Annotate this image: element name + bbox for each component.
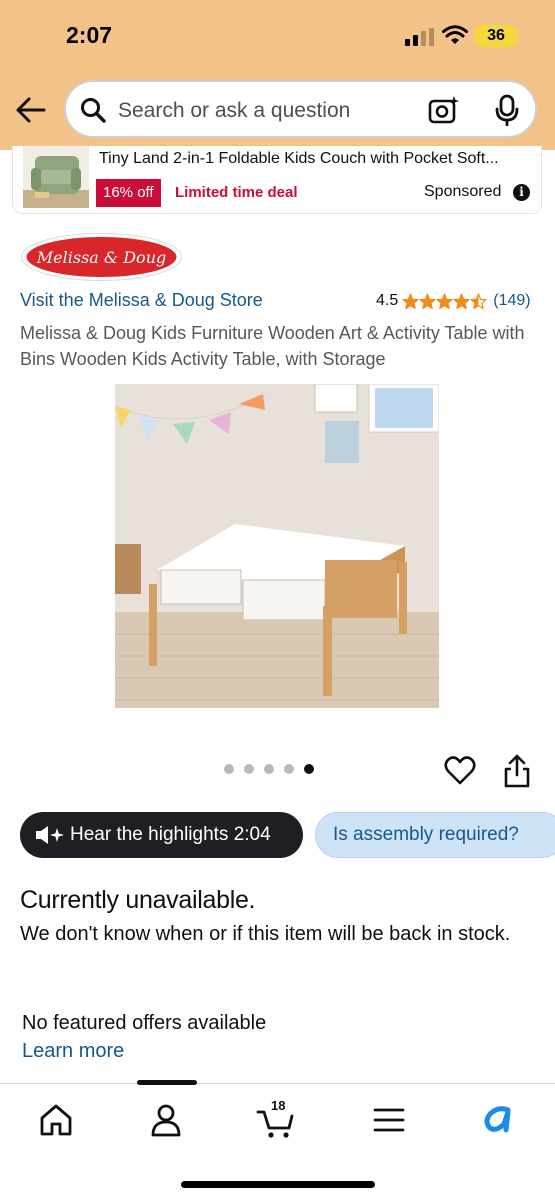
hear-highlights-label: Hear the highlights 2:04: [70, 824, 271, 845]
microphone-icon[interactable]: [494, 94, 520, 126]
rating-stars: [402, 292, 487, 310]
product-rating[interactable]: 4.5 (149): [376, 292, 531, 310]
brand-logo[interactable]: Melissa & Doug: [20, 232, 183, 282]
product-image[interactable]: [115, 384, 439, 708]
carousel-dot[interactable]: [224, 764, 234, 774]
home-indicator-bar: [181, 1181, 375, 1188]
carousel-dots[interactable]: [224, 764, 314, 774]
no-offers-text: No featured offers available: [22, 1012, 267, 1034]
app-header: 2:07 36 Search or ask a question: [0, 0, 555, 150]
home-icon[interactable]: [36, 1100, 76, 1140]
bottom-nav: 18: [0, 1080, 555, 1200]
speaker-sparkle-icon: [36, 826, 64, 844]
svg-text:Melissa & Doug: Melissa & Doug: [36, 248, 166, 267]
star-full-icon: [436, 292, 453, 309]
assembly-question-chip[interactable]: Is assembly required?: [315, 812, 555, 858]
discount-badge: 16% off: [96, 179, 161, 207]
cart-count-badge: 18: [271, 1098, 286, 1113]
carousel-dot[interactable]: [264, 764, 274, 774]
carousel-dot[interactable]: [284, 764, 294, 774]
visit-store-link[interactable]: Visit the Melissa & Doug Store: [20, 290, 263, 311]
search-input[interactable]: Search or ask a question: [64, 80, 537, 138]
menu-icon[interactable]: [369, 1100, 409, 1140]
rufus-icon[interactable]: [478, 1100, 518, 1140]
review-count[interactable]: (149): [493, 292, 530, 310]
availability-status: Currently unavailable.: [20, 886, 256, 914]
star-full-icon: [419, 292, 436, 309]
learn-more-link[interactable]: Learn more: [22, 1040, 124, 1063]
status-time: 2:07: [66, 22, 113, 48]
info-icon[interactable]: i: [513, 184, 530, 201]
search-icon: [81, 98, 106, 123]
account-icon[interactable]: [146, 1100, 186, 1140]
star-half-icon: [470, 292, 487, 309]
availability-description: We don't know when or if this item will …: [20, 923, 511, 945]
cellular-signal-icon: [405, 28, 435, 46]
rating-value: 4.5: [376, 292, 399, 309]
sponsored-ad-card[interactable]: Tiny Land 2-in-1 Foldable Kids Couch wit…: [12, 146, 542, 214]
hear-highlights-button[interactable]: Hear the highlights 2:04: [20, 812, 303, 858]
heart-icon[interactable]: [444, 755, 476, 787]
ad-product-thumbnail: [23, 146, 89, 208]
deal-label: Limited time deal: [175, 184, 298, 201]
star-full-icon: [402, 292, 419, 309]
search-placeholder: Search or ask a question: [118, 99, 351, 122]
ad-title: Tiny Land 2-in-1 Foldable Kids Couch wit…: [99, 150, 499, 167]
carousel-dot[interactable]: [244, 764, 254, 774]
status-bar: 2:07 36: [0, 0, 555, 70]
wifi-icon: [442, 25, 468, 44]
back-arrow-icon[interactable]: [14, 94, 48, 126]
product-title: Melissa & Doug Kids Furniture Wooden Art…: [20, 323, 525, 369]
active-tab-indicator: [137, 1080, 197, 1085]
camera-lens-icon[interactable]: [428, 95, 460, 125]
sponsored-label: Sponsored: [424, 183, 502, 200]
carousel-dot[interactable]: [304, 764, 314, 774]
share-icon[interactable]: [502, 753, 532, 789]
star-full-icon: [453, 292, 470, 309]
battery-indicator: 36: [475, 25, 517, 47]
